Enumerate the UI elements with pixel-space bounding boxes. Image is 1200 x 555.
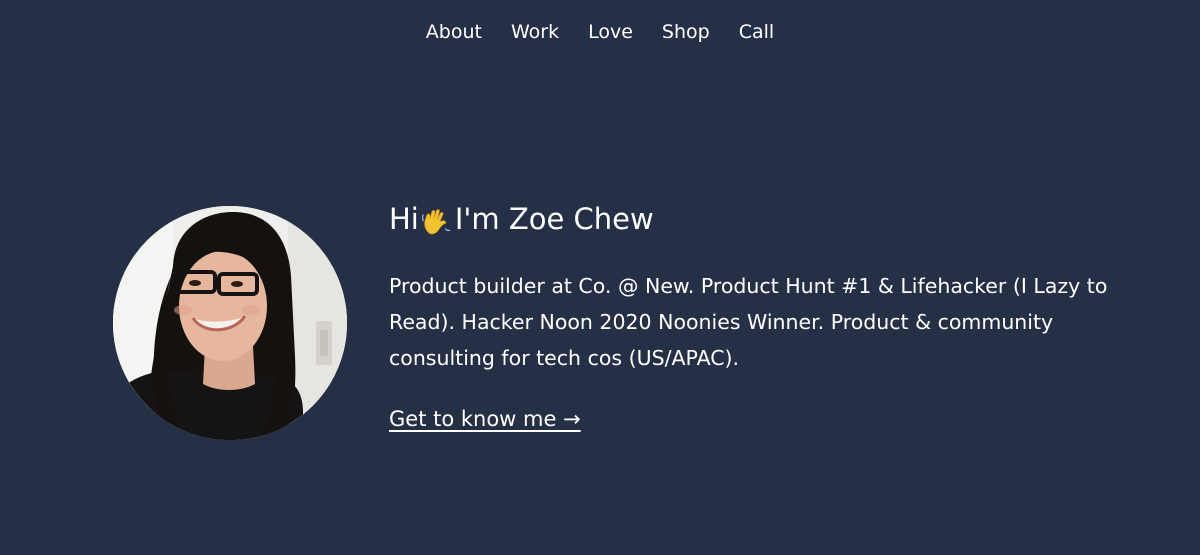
nav-item-call[interactable]: Call xyxy=(739,21,774,43)
profile-photo xyxy=(113,206,347,440)
hero-content: Hi I'm Zoe Chew Product builder at Co. @… xyxy=(389,196,1149,431)
waving-hand-icon xyxy=(421,204,451,235)
top-nav: About Work Love Shop Call xyxy=(0,0,1200,64)
nav-item-love[interactable]: Love xyxy=(588,21,633,43)
avatar xyxy=(113,206,347,440)
get-to-know-me-link[interactable]: Get to know me → xyxy=(389,407,581,431)
greeting-name: I'm Zoe Chew xyxy=(454,202,654,236)
page-title: Hi I'm Zoe Chew xyxy=(389,196,1149,242)
nav-item-shop[interactable]: Shop xyxy=(662,21,710,43)
nav-item-about[interactable]: About xyxy=(426,21,482,43)
bio-text: Product builder at Co. @ New. Product Hu… xyxy=(389,274,1108,370)
nav-item-work[interactable]: Work xyxy=(511,21,559,43)
greeting-hi: Hi xyxy=(389,202,419,236)
